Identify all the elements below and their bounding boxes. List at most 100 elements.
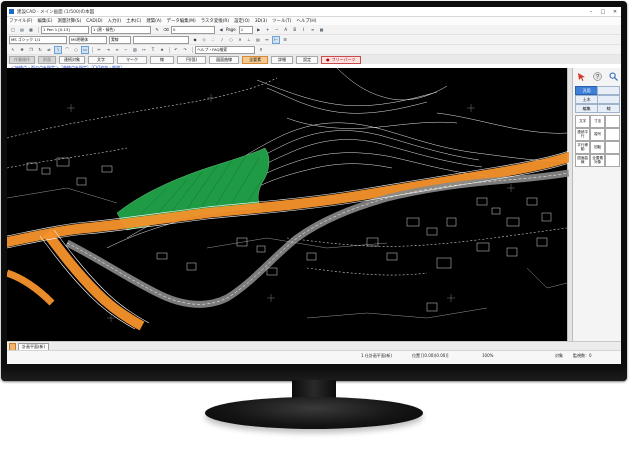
palette-text-button[interactable]: 文字: [575, 115, 591, 128]
palette-all-elements-button[interactable]: 全要素対象: [590, 154, 606, 167]
new-file-icon[interactable]: □: [9, 26, 17, 34]
redo-icon[interactable]: ↷: [181, 46, 189, 54]
circle-arc-button[interactable]: 円(弧): [177, 55, 207, 64]
select-arrow-icon[interactable]: ↖: [9, 46, 17, 54]
move-icon[interactable]: ✥: [18, 46, 26, 54]
snap-endpoint-icon[interactable]: ◆: [191, 36, 199, 44]
italic-icon[interactable]: I: [300, 26, 308, 34]
undo-icon[interactable]: ↶: [172, 46, 180, 54]
menu-3d[interactable]: 3D(3): [255, 19, 267, 24]
layer-icon[interactable]: ▤: [254, 36, 262, 44]
menu-raster[interactable]: ラスタ変換(R): [201, 18, 229, 24]
scale-select[interactable]: 0: [171, 25, 215, 34]
drawing-curve-button[interactable]: 図面曲線: [209, 55, 240, 64]
red-pointer-icon[interactable]: [577, 72, 586, 81]
fillet-icon[interactable]: ⌐: [122, 46, 130, 54]
cad-drawing-canvas[interactable]: [7, 68, 569, 341]
arc-icon[interactable]: ⌒: [63, 46, 71, 54]
palette-rotate-button[interactable]: 回転: [590, 141, 606, 154]
all-elements-button[interactable]: 全要素: [242, 55, 269, 64]
continuous-target-button[interactable]: 連続対象: [59, 55, 85, 64]
help-search-input[interactable]: ヘルプ・FAQ検索: [195, 45, 255, 54]
zoom-in-icon[interactable]: +: [264, 26, 272, 34]
offset-icon[interactable]: ≡: [113, 46, 121, 54]
snap-grid-icon[interactable]: ∴: [209, 36, 217, 44]
menu-data-edit[interactable]: データ編集(M): [167, 18, 196, 24]
menu-file[interactable]: ファイル(F): [9, 18, 33, 24]
rotate-icon[interactable]: ↻: [36, 46, 44, 54]
close-button[interactable]: ✕: [609, 7, 621, 16]
ortho-icon[interactable]: ⊢: [272, 35, 280, 44]
palette-blank-button-1[interactable]: [605, 115, 621, 128]
palette-dimension-button[interactable]: 寸法: [590, 115, 606, 128]
layer-select[interactable]: 1 Pen 1 [0.13]: [41, 25, 89, 34]
palette-copy-button[interactable]: 複写: [590, 128, 606, 141]
menu-civil[interactable]: 土木(C): [126, 18, 141, 24]
page-select[interactable]: 1: [238, 25, 253, 34]
menu-architecture[interactable]: 建築(A): [146, 18, 161, 24]
mirror-icon[interactable]: ⇄: [45, 46, 53, 54]
properties-icon[interactable]: ☰: [281, 36, 289, 44]
maximize-button[interactable]: □: [597, 7, 609, 16]
palette-parallel-button[interactable]: 連続平行: [575, 128, 591, 141]
text-size-icon[interactable]: A: [282, 26, 290, 34]
align-icon[interactable]: ≡: [309, 26, 317, 34]
snap-circle-icon[interactable]: ○: [227, 36, 235, 44]
palette-tab-civil[interactable]: 土木: [575, 95, 599, 104]
palette-drawing-curve-button[interactable]: 図面曲線: [575, 154, 591, 167]
front-button[interactable]: 前面: [38, 55, 56, 64]
open-folder-icon[interactable]: ▤: [18, 26, 26, 34]
settings-button[interactable]: 設定: [296, 55, 319, 64]
menu-help[interactable]: ヘルプ(H): [296, 18, 316, 24]
rectangle-icon[interactable]: ▭: [81, 45, 89, 54]
snap-perpendicular-icon[interactable]: ⊥: [245, 36, 253, 44]
menu-tools[interactable]: ツール(T): [272, 18, 291, 24]
menu-settings[interactable]: 設定(O): [234, 18, 250, 24]
palette-tab-blank[interactable]: [597, 86, 621, 95]
pen-icon[interactable]: ✎: [153, 26, 161, 34]
font-select[interactable]: MS ゴシック 1/1: [9, 35, 67, 44]
search-icon[interactable]: ⚲: [257, 46, 265, 54]
width-select[interactable]: [133, 35, 189, 44]
trim-icon[interactable]: ✂: [95, 46, 103, 54]
text-icon[interactable]: T: [149, 46, 157, 54]
snap-intersection-icon[interactable]: ✕: [236, 36, 244, 44]
menu-edit[interactable]: 編集(E): [38, 18, 53, 24]
extend-icon[interactable]: ⇥: [104, 46, 112, 54]
snap-line-icon[interactable]: ∕: [218, 36, 226, 44]
line-button[interactable]: 線: [150, 55, 174, 64]
help-question-icon[interactable]: ?: [592, 71, 602, 81]
bold-icon[interactable]: B: [291, 26, 299, 34]
grid-icon[interactable]: ▦: [318, 26, 326, 34]
minimize-button[interactable]: –: [585, 7, 597, 16]
palette-blank-button-4[interactable]: [605, 154, 621, 167]
mark-button[interactable]: マーク: [117, 55, 147, 64]
hatch-icon[interactable]: ▧: [131, 46, 139, 54]
symbol-icon[interactable]: ★: [158, 46, 166, 54]
palette-tab-blank-2[interactable]: [597, 95, 621, 104]
palette-move-button[interactable]: 平行移動: [575, 141, 591, 154]
search-magnifier-icon[interactable]: [609, 72, 618, 81]
palette-blank-button-3[interactable]: [605, 141, 621, 154]
zoom-out-icon[interactable]: −: [273, 26, 281, 34]
dimension-icon[interactable]: ↦: [140, 46, 148, 54]
save-icon[interactable]: ▦: [27, 26, 35, 34]
eraser-icon[interactable]: ⌫: [162, 26, 170, 34]
palette-tab-general[interactable]: 汎用: [575, 86, 599, 95]
free-parts-button[interactable]: ● フリーパーツ: [321, 55, 361, 64]
text-button[interactable]: 文字: [88, 55, 114, 64]
measure-icon[interactable]: ↔: [263, 36, 271, 44]
prev-page-icon[interactable]: ◀: [217, 26, 225, 34]
menu-input[interactable]: 入力(I): [108, 18, 122, 24]
next-page-icon[interactable]: ▶: [255, 26, 263, 34]
palette-tab-edit[interactable]: 編集: [575, 104, 599, 113]
palette-tab-line[interactable]: 線: [597, 104, 621, 113]
menu-cad[interactable]: CAD(D): [86, 19, 102, 24]
circle-icon[interactable]: ○: [72, 46, 80, 54]
snap-midpoint-icon[interactable]: ◇: [200, 36, 208, 44]
linetype-select[interactable]: 実線: [109, 35, 131, 44]
detail-button[interactable]: 詳細: [271, 55, 294, 64]
palette-blank-button-2[interactable]: [605, 128, 621, 141]
style-select[interactable]: MS明朝体: [69, 35, 107, 44]
color-select[interactable]: 1 (黒・緑色): [91, 25, 151, 34]
